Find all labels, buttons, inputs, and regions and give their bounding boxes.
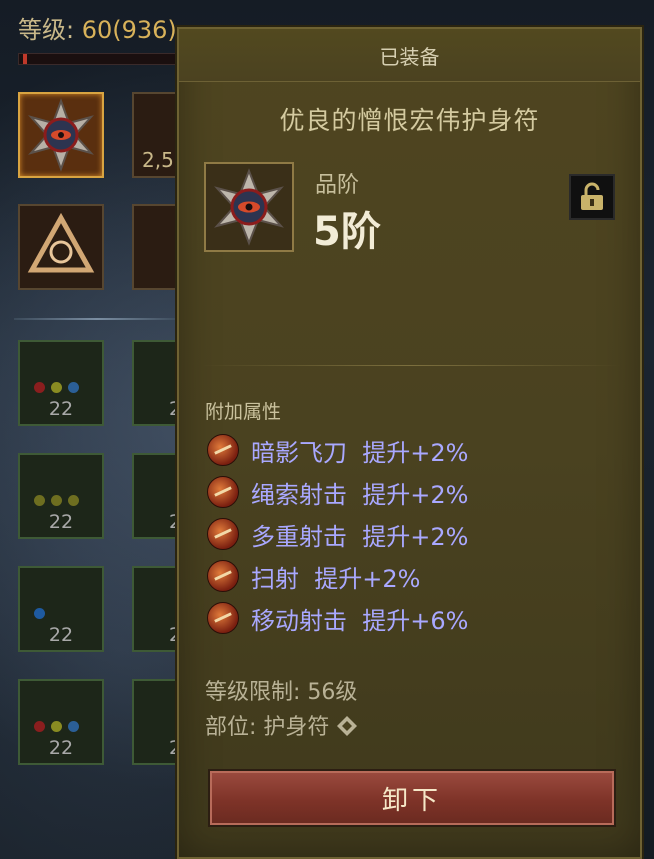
- level-value: 60(936): [81, 16, 177, 44]
- tooltip-header: 已装备: [179, 29, 640, 82]
- attribute-row: 绳索射击 提升+2%: [207, 471, 468, 513]
- item-icon-frame: [204, 162, 294, 252]
- unequip-button[interactable]: 卸下: [208, 769, 616, 827]
- attribute-text: 多重射击 提升+2%: [251, 522, 469, 551]
- attribute-row: 扫射 提升+2%: [207, 555, 468, 597]
- amulet-icon: [214, 168, 284, 246]
- triangle-sigil-icon: [27, 212, 95, 273]
- unlock-icon: [581, 182, 603, 210]
- inventory-separator: [14, 318, 180, 320]
- slot-label: 部位: 护身符: [205, 715, 330, 740]
- sigil-slot[interactable]: [18, 204, 104, 290]
- skill-shadow-knife-icon: [207, 434, 239, 466]
- gem-count: 22: [48, 511, 74, 533]
- amulet-slot[interactable]: [18, 92, 104, 178]
- xp-bar: [18, 53, 200, 65]
- attribute-text: 移动射击 提升+6%: [251, 606, 469, 635]
- attribute-text: 绳索射击 提升+2%: [251, 480, 469, 509]
- skill-moving-shot-icon: [207, 602, 239, 634]
- gem-slot-3[interactable]: 22: [18, 566, 104, 652]
- level-label: 等级:: [18, 16, 82, 44]
- attribute-row: 移动射击 提升+6%: [207, 597, 468, 639]
- attribute-row: 暗影飞刀 提升+2%: [207, 429, 468, 471]
- socket-dots: [34, 495, 79, 506]
- skill-strafe-icon: [207, 560, 239, 592]
- divider: [201, 365, 621, 366]
- lock-button[interactable]: [569, 174, 615, 220]
- item-name: 优良的憎恨宏伟护身符: [279, 106, 540, 135]
- level-requirement: 等级限制: 56级: [205, 680, 358, 705]
- attribute-text: 扫射 提升+2%: [251, 564, 421, 593]
- gem-count: 22: [48, 398, 74, 420]
- skill-rope-shot-icon: [207, 476, 239, 508]
- xp-marker: [23, 54, 27, 64]
- item-tooltip: 已装备 优良的憎恨宏伟护身符 品阶 5阶 附加属性 暗影飞刀 提升+2% 绳索射…: [177, 27, 642, 859]
- skill-multishot-icon: [207, 518, 239, 550]
- slot-badge: 2,5: [142, 148, 174, 172]
- amulet-slot-icon: [337, 716, 358, 736]
- socket-dots: [34, 721, 79, 732]
- attributes-list: 暗影飞刀 提升+2% 绳索射击 提升+2% 多重射击 提升+2% 扫射 提升+2…: [207, 429, 468, 639]
- gem-slot-1[interactable]: 22: [18, 340, 104, 426]
- socket-dots: [34, 382, 79, 393]
- rank-label: 品阶: [315, 173, 360, 198]
- rank-value: 5阶: [313, 209, 381, 255]
- slot-info: 部位: 护身符: [205, 709, 358, 741]
- player-level: 等级: 60(936): [18, 10, 177, 45]
- gem-slot-2[interactable]: 22: [18, 453, 104, 539]
- attribute-text: 暗影飞刀 提升+2%: [251, 438, 469, 467]
- equipped-label: 已装备: [379, 45, 440, 69]
- attributes-title: 附加属性: [205, 401, 282, 423]
- gem-count: 22: [48, 624, 74, 646]
- amulet-icon: [28, 98, 94, 172]
- attribute-row: 多重射击 提升+2%: [207, 513, 468, 555]
- gem-count: 22: [48, 737, 74, 759]
- gem-slot-4[interactable]: 22: [18, 679, 104, 765]
- socket-dots: [34, 608, 45, 619]
